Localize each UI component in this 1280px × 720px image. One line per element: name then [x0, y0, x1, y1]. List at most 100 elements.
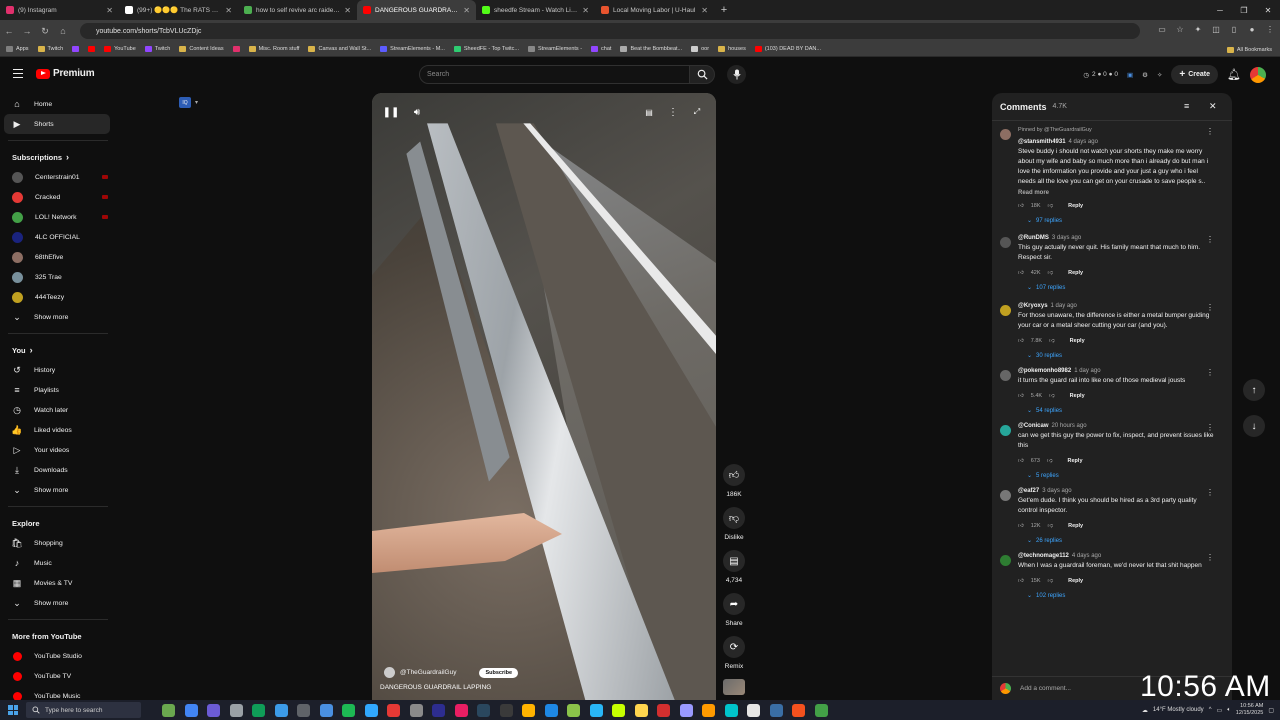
comment-more-icon[interactable]: ⋮ [1206, 553, 1214, 562]
close-window-icon[interactable]: ✕ [1256, 6, 1280, 15]
taskbar-app-icon[interactable] [432, 703, 445, 717]
bookmark-item[interactable] [232, 46, 240, 52]
voice-search-button[interactable] [727, 65, 746, 84]
taskbar-app-icon[interactable] [634, 703, 648, 717]
sidebar-item-youtube-studio[interactable]: YouTube Studio [0, 646, 118, 666]
taskbar-app-icon[interactable] [477, 703, 490, 717]
comment-author-avatar[interactable] [1000, 555, 1011, 566]
tab-close-icon[interactable]: ✕ [344, 6, 351, 15]
comment-author[interactable]: @RunDMS 3 days ago [1018, 235, 1216, 241]
taskbar-app-icon[interactable] [814, 703, 828, 717]
comment-more-icon[interactable]: ⋮ [1206, 423, 1214, 432]
comment-more-icon[interactable]: ⋮ [1206, 235, 1214, 244]
windows-start-icon[interactable] [8, 705, 18, 715]
comment-dislike-icon[interactable]: 👎︎ [1048, 523, 1054, 529]
comment-like-icon[interactable]: 👍︎ [1018, 523, 1024, 529]
bookmark-item[interactable]: houses [718, 46, 746, 52]
taskbar-app-icon[interactable] [297, 703, 310, 717]
bookmark-item[interactable]: SheedFE - Top Twitc... [453, 46, 519, 52]
sidebar-item-channel[interactable]: 444Teezy [0, 287, 118, 307]
taskbar-app-icon[interactable] [319, 703, 333, 717]
taskbar-app-icon[interactable] [184, 703, 198, 717]
comment-author-avatar[interactable] [1000, 425, 1011, 436]
menu-icon[interactable] [13, 69, 23, 78]
bookmark-item[interactable]: Twitch [37, 46, 63, 52]
subscribe-button[interactable]: Subscribe [479, 667, 519, 678]
taskbar-search-input[interactable]: Type here to search [26, 702, 141, 718]
extension-iq-widget[interactable]: IQ ▾ [179, 97, 198, 108]
comment-reply-button[interactable]: Reply [1068, 523, 1083, 529]
sidebar-item-shorts[interactable]: ▶ Shorts [4, 114, 110, 134]
show-more-explore[interactable]: ⌄ Show more [0, 593, 118, 613]
browser-tab[interactable]: (9) Instagram ✕ [0, 0, 119, 20]
comment-dislike-icon[interactable]: 👎︎ [1048, 578, 1054, 584]
comment-reply-button[interactable]: Reply [1068, 578, 1083, 584]
tab-close-icon[interactable]: ✕ [106, 6, 113, 15]
tab-close-icon[interactable]: ✕ [463, 6, 470, 15]
bookmark-item[interactable]: Misc. Room stuff [248, 46, 299, 52]
volume-icon[interactable]: 🔊︎ [410, 105, 424, 119]
next-short-button[interactable]: ↓ [1243, 415, 1265, 437]
comment-author-avatar[interactable] [1000, 237, 1011, 248]
captions-icon[interactable]: ▤ [642, 105, 656, 119]
split-view-icon[interactable]: ▯ [1228, 23, 1240, 35]
taskbar-app-icon[interactable] [499, 703, 513, 717]
browser-tab[interactable]: sheedfe Stream - Watch Live c ✕ [476, 0, 595, 20]
browser-menu-icon[interactable]: ⋮ [1264, 23, 1276, 35]
taskbar-app-icon[interactable] [612, 703, 625, 717]
taskbar-app-icon[interactable] [792, 703, 805, 717]
sidebar-item-downloads[interactable]: ⤓ Downloads [0, 460, 118, 480]
notifications-bell-icon[interactable]: 🔔︎ [1227, 68, 1241, 81]
view-replies-button[interactable]: ⌄ 26 replies [1018, 537, 1216, 545]
comment-like-icon[interactable]: 👍︎ [1018, 393, 1024, 399]
taskbar-app-icon[interactable] [747, 703, 760, 717]
show-more-subscriptions[interactable]: ⌄ Show more [0, 307, 118, 327]
back-icon[interactable]: ← [0, 26, 18, 36]
bookmark-item[interactable]: Beat the Bombbeat... [620, 46, 682, 52]
extension-shield-icon[interactable]: ▣ [1127, 71, 1133, 79]
sidebar-item-channel[interactable]: Cracked [0, 187, 118, 207]
bookmark-star-icon[interactable]: ☆ [1174, 23, 1186, 35]
bookmark-item[interactable]: Content Ideas [179, 46, 224, 52]
shorts-video-player[interactable]: ❚❚ 🔊︎ ▤ ⋮ ⤢ @TheGuardrailGuy Subscribe D… [372, 93, 716, 700]
comment-more-icon[interactable]: ⋮ [1206, 303, 1214, 312]
taskbar-app-icon[interactable] [702, 703, 715, 717]
taskbar-app-icon[interactable] [342, 703, 355, 717]
comment-author[interactable]: @eaf27 3 days ago [1018, 488, 1216, 494]
taskbar-app-icon[interactable] [162, 703, 175, 717]
comment-author-avatar[interactable] [1000, 490, 1011, 501]
sidebar-item-your-videos[interactable]: ▷ Your videos [0, 440, 118, 460]
view-replies-button[interactable]: ⌄ 107 replies [1018, 284, 1216, 292]
view-replies-button[interactable]: ⌄ 5 replies [1018, 472, 1216, 480]
view-replies-button[interactable]: ⌄ 30 replies [1018, 352, 1216, 360]
sound-thumbnail[interactable] [723, 679, 745, 695]
sidebar-item-channel[interactable]: LOL! Network [0, 207, 118, 227]
sidebar-item-home[interactable]: ⌂ Home [0, 94, 118, 114]
taskbar-app-icon[interactable] [769, 703, 783, 717]
taskbar-app-icon[interactable] [274, 703, 288, 717]
sidebar-item-liked-videos[interactable]: 👍 Liked videos [0, 420, 118, 440]
taskbar-app-icon[interactable] [229, 703, 243, 717]
extension-settings-icon[interactable]: ⚙ [1142, 71, 1148, 79]
comment-like-icon[interactable]: 👍︎ [1018, 203, 1024, 209]
sidebar-item-watch-later[interactable]: ◷ Watch later [0, 400, 118, 420]
sidebar-item-history[interactable]: ↺ History [0, 360, 118, 380]
bookmark-item[interactable]: StreamElements - [528, 46, 582, 52]
comment-dislike-icon[interactable]: 👎︎ [1049, 393, 1055, 399]
new-tab-button[interactable]: + [714, 4, 734, 16]
sidebar-item-music[interactable]: ♪ Music [0, 553, 118, 573]
dislike-button[interactable]: 👎︎ [723, 507, 745, 529]
browser-tab[interactable]: Local Moving Labor | U-Haul ✕ [595, 0, 714, 20]
view-replies-button[interactable]: ⌄ 54 replies [1018, 407, 1216, 415]
all-bookmarks[interactable]: All Bookmarks [1226, 42, 1272, 57]
comment-author[interactable]: @technomage112 4 days ago [1018, 553, 1216, 559]
browser-tab[interactable]: DANGEROUS GUARDRAIL L ✕ [357, 0, 476, 20]
create-button[interactable]: + Create [1171, 65, 1219, 84]
view-replies-button[interactable]: ⌄ 102 replies [1018, 592, 1216, 600]
sidebar-item-channel[interactable]: 325 Trae [0, 267, 118, 287]
comment-author-avatar[interactable] [1000, 305, 1011, 316]
sort-icon[interactable]: ≡ [1184, 101, 1189, 111]
channel-name[interactable]: @TheGuardrailGuy [400, 669, 456, 676]
sidebar-item-playlists[interactable]: ≡ Playlists [0, 380, 118, 400]
sidebar-item-youtube-tv[interactable]: YouTube TV [0, 666, 118, 686]
